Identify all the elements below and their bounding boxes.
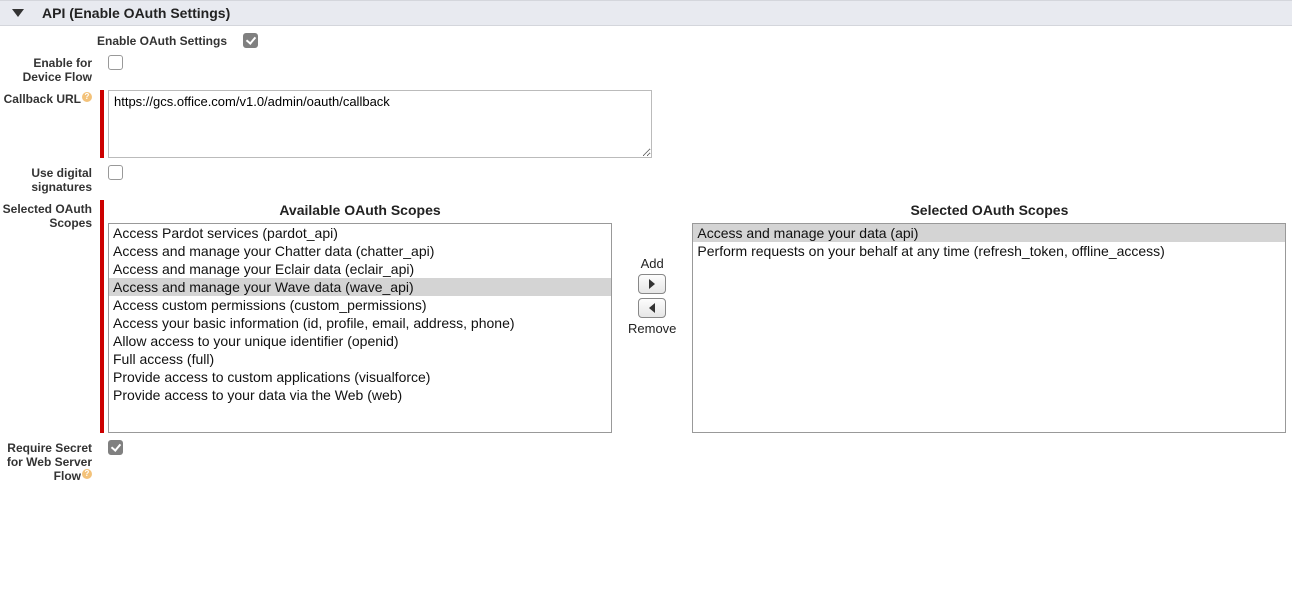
arrow-left-icon — [649, 303, 655, 313]
callback-url-label: Callback URL? — [0, 90, 100, 106]
scope-option[interactable]: Access your basic information (id, profi… — [109, 314, 611, 332]
collapse-icon[interactable] — [12, 9, 24, 17]
device-flow-checkbox[interactable] — [108, 55, 123, 70]
selected-scopes-title: Selected OAuth Scopes — [692, 202, 1286, 218]
section-header[interactable]: API (Enable OAuth Settings) — [0, 0, 1292, 26]
scope-option[interactable]: Access and manage your Eclair data (ecla… — [109, 260, 611, 278]
help-icon[interactable]: ? — [82, 469, 92, 479]
scope-option[interactable]: Access and manage your Wave data (wave_a… — [109, 278, 611, 296]
help-icon[interactable]: ? — [82, 92, 92, 102]
enable-oauth-checkbox[interactable] — [243, 33, 258, 48]
scope-option[interactable]: Access custom permissions (custom_permis… — [109, 296, 611, 314]
scope-option[interactable]: Provide access to custom applications (v… — [109, 368, 611, 386]
require-secret-label: Require Secret for Web Server Flow? — [0, 439, 100, 483]
digital-signatures-label: Use digital signatures — [0, 164, 100, 194]
remove-label: Remove — [628, 321, 676, 336]
arrow-right-icon — [649, 279, 655, 289]
form-body: Enable OAuth Settings Enable for Device … — [0, 32, 1292, 523]
selected-scopes-label: Selected OAuth Scopes — [0, 200, 100, 230]
scope-option[interactable]: Provide access to your data via the Web … — [109, 386, 611, 404]
scope-option[interactable]: Perform requests on your behalf at any t… — [693, 242, 1285, 260]
add-button[interactable] — [638, 274, 666, 294]
available-scopes-listbox[interactable]: Access Pardot services (pardot_api)Acces… — [108, 223, 612, 433]
scope-option[interactable]: Access Pardot services (pardot_api) — [109, 224, 611, 242]
remove-button[interactable] — [638, 298, 666, 318]
scope-option[interactable]: Access and manage your data (api) — [693, 224, 1285, 242]
scope-option[interactable]: Full access (full) — [109, 350, 611, 368]
enable-oauth-label: Enable OAuth Settings — [0, 32, 235, 48]
add-label: Add — [641, 256, 664, 271]
selected-scopes-listbox[interactable]: Access and manage your data (api)Perform… — [692, 223, 1286, 433]
callback-url-input[interactable]: https://gcs.office.com/v1.0/admin/oauth/… — [108, 90, 652, 158]
require-secret-checkbox[interactable] — [108, 440, 123, 455]
scope-option[interactable]: Access and manage your Chatter data (cha… — [109, 242, 611, 260]
required-indicator — [100, 90, 104, 158]
available-scopes-title: Available OAuth Scopes — [108, 202, 612, 218]
scope-option[interactable]: Allow access to your unique identifier (… — [109, 332, 611, 350]
section-title: API (Enable OAuth Settings) — [42, 5, 230, 21]
required-indicator — [100, 200, 104, 433]
device-flow-label: Enable for Device Flow — [0, 54, 100, 84]
digital-signatures-checkbox[interactable] — [108, 165, 123, 180]
